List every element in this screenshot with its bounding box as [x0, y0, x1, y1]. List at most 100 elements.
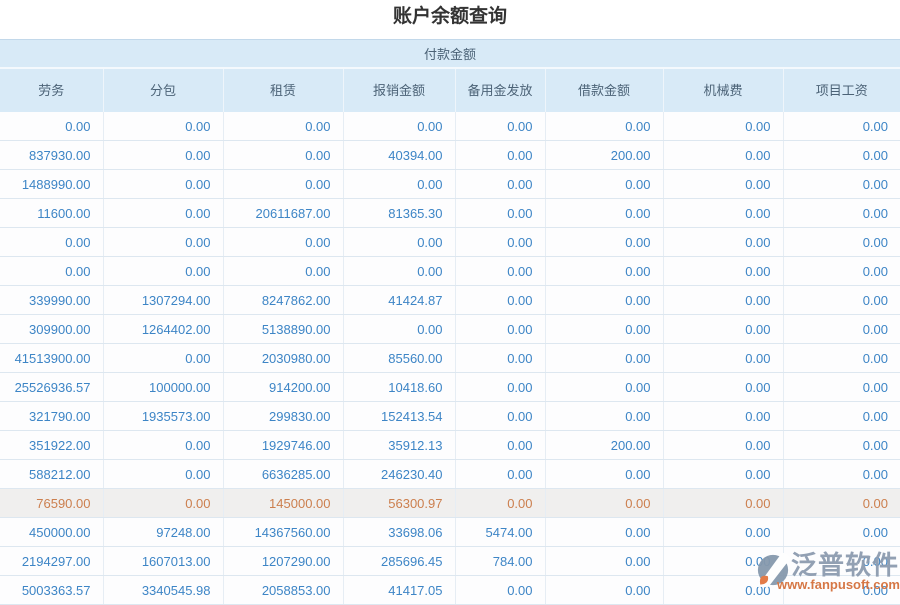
- table-cell: 41417.05: [343, 576, 455, 605]
- table-cell: 0.00: [0, 257, 103, 286]
- table-cell: 0.00: [455, 344, 545, 373]
- table-cell: 0.00: [663, 576, 783, 605]
- table-cell: 321790.00: [0, 402, 103, 431]
- table-cell: 97248.00: [103, 518, 223, 547]
- table-cell: 5138890.00: [223, 315, 343, 344]
- table-cell: 0.00: [663, 547, 783, 576]
- table-cell: 0.00: [545, 576, 663, 605]
- column-header-4: 备用金发放: [455, 68, 545, 112]
- table-header: 付款金额 劳务分包租赁报销金额备用金发放借款金额机械费项目工资: [0, 40, 900, 113]
- column-header-6: 机械费: [663, 68, 783, 112]
- table-cell: 0.00: [783, 576, 900, 605]
- table-cell: 0.00: [343, 315, 455, 344]
- table-cell: 0.00: [343, 228, 455, 257]
- table-cell: 0.00: [663, 373, 783, 402]
- table-cell: 33698.06: [343, 518, 455, 547]
- table-cell: 3340545.98: [103, 576, 223, 605]
- table-cell: 2030980.00: [223, 344, 343, 373]
- table-cell: 56300.97: [343, 489, 455, 518]
- table-row[interactable]: 837930.000.000.0040394.000.00200.000.000…: [0, 141, 900, 170]
- table-cell: 0.00: [223, 228, 343, 257]
- table-row[interactable]: 339990.001307294.008247862.0041424.870.0…: [0, 286, 900, 315]
- table-row[interactable]: 76590.000.00145000.0056300.970.000.000.0…: [0, 489, 900, 518]
- table-cell: 0.00: [663, 431, 783, 460]
- table-cell: 0.00: [783, 199, 900, 228]
- table-cell: 0.00: [663, 315, 783, 344]
- table-row[interactable]: 588212.000.006636285.00246230.400.000.00…: [0, 460, 900, 489]
- table-cell: 0.00: [223, 141, 343, 170]
- table-cell: 0.00: [103, 460, 223, 489]
- table-cell: 0.00: [223, 112, 343, 141]
- column-header-1: 分包: [103, 68, 223, 112]
- table-cell: 0.00: [545, 402, 663, 431]
- table-cell: 0.00: [783, 141, 900, 170]
- table-row[interactable]: 309900.001264402.005138890.000.000.000.0…: [0, 315, 900, 344]
- table-row[interactable]: 450000.0097248.0014367560.0033698.065474…: [0, 518, 900, 547]
- table-cell: 2194297.00: [0, 547, 103, 576]
- table-cell: 246230.40: [343, 460, 455, 489]
- table-cell: 35912.13: [343, 431, 455, 460]
- table-cell: 0.00: [545, 228, 663, 257]
- table-cell: 0.00: [545, 489, 663, 518]
- table-cell: 0.00: [103, 431, 223, 460]
- column-header-row: 劳务分包租赁报销金额备用金发放借款金额机械费项目工资: [0, 68, 900, 112]
- table-row[interactable]: 351922.000.001929746.0035912.130.00200.0…: [0, 431, 900, 460]
- table-cell: 2058853.00: [223, 576, 343, 605]
- table-row[interactable]: 0.000.000.000.000.000.000.000.00: [0, 257, 900, 286]
- column-header-5: 借款金额: [545, 68, 663, 112]
- table-cell: 0.00: [343, 170, 455, 199]
- table-cell: 0.00: [103, 170, 223, 199]
- table-cell: 100000.00: [103, 373, 223, 402]
- column-header-3: 报销金额: [343, 68, 455, 112]
- table-cell: 0.00: [663, 228, 783, 257]
- column-header-7: 项目工资: [783, 68, 900, 112]
- table-cell: 1607013.00: [103, 547, 223, 576]
- table-cell: 0.00: [0, 228, 103, 257]
- table-row[interactable]: 321790.001935573.00299830.00152413.540.0…: [0, 402, 900, 431]
- table-cell: 200.00: [545, 431, 663, 460]
- table-cell: 0.00: [663, 112, 783, 141]
- table-cell: 0.00: [663, 141, 783, 170]
- table-cell: 0.00: [545, 547, 663, 576]
- table-cell: 0.00: [783, 170, 900, 199]
- table-row[interactable]: 0.000.000.000.000.000.000.000.00: [0, 228, 900, 257]
- table-cell: 0.00: [545, 199, 663, 228]
- table-cell: 837930.00: [0, 141, 103, 170]
- table-cell: 0.00: [783, 431, 900, 460]
- table-cell: 588212.00: [0, 460, 103, 489]
- table-cell: 0.00: [663, 286, 783, 315]
- column-header-2: 租赁: [223, 68, 343, 112]
- table-row[interactable]: 0.000.000.000.000.000.000.000.00: [0, 112, 900, 141]
- table-cell: 0.00: [783, 489, 900, 518]
- table-row[interactable]: 2194297.001607013.001207290.00285696.457…: [0, 547, 900, 576]
- table-cell: 0.00: [103, 112, 223, 141]
- table-cell: 0.00: [663, 257, 783, 286]
- table-cell: 41513900.00: [0, 344, 103, 373]
- table-cell: 0.00: [455, 460, 545, 489]
- table-cell: 0.00: [455, 489, 545, 518]
- table-cell: 0.00: [545, 373, 663, 402]
- table-cell: 0.00: [783, 228, 900, 257]
- group-header-payment-amount: 付款金额: [0, 40, 900, 69]
- table-cell: 0.00: [223, 257, 343, 286]
- table-cell: 0.00: [455, 199, 545, 228]
- balance-table: 付款金额 劳务分包租赁报销金额备用金发放借款金额机械费项目工资 0.000.00…: [0, 39, 900, 605]
- table-cell: 0.00: [455, 402, 545, 431]
- table-cell: 0.00: [663, 460, 783, 489]
- table-row[interactable]: 5003363.573340545.982058853.0041417.050.…: [0, 576, 900, 605]
- table-cell: 0.00: [103, 228, 223, 257]
- table-cell: 0.00: [103, 199, 223, 228]
- table-row[interactable]: 41513900.000.002030980.0085560.000.000.0…: [0, 344, 900, 373]
- table-row[interactable]: 11600.000.0020611687.0081365.300.000.000…: [0, 199, 900, 228]
- table-cell: 0.00: [783, 547, 900, 576]
- table-body: 0.000.000.000.000.000.000.000.00837930.0…: [0, 112, 900, 605]
- table-cell: 0.00: [545, 460, 663, 489]
- table-cell: 0.00: [663, 402, 783, 431]
- table-row[interactable]: 1488990.000.000.000.000.000.000.000.00: [0, 170, 900, 199]
- table-cell: 0.00: [663, 518, 783, 547]
- table-cell: 0.00: [783, 402, 900, 431]
- table-row[interactable]: 25526936.57100000.00914200.0010418.600.0…: [0, 373, 900, 402]
- table-cell: 1929746.00: [223, 431, 343, 460]
- table-cell: 1488990.00: [0, 170, 103, 199]
- table-cell: 152413.54: [343, 402, 455, 431]
